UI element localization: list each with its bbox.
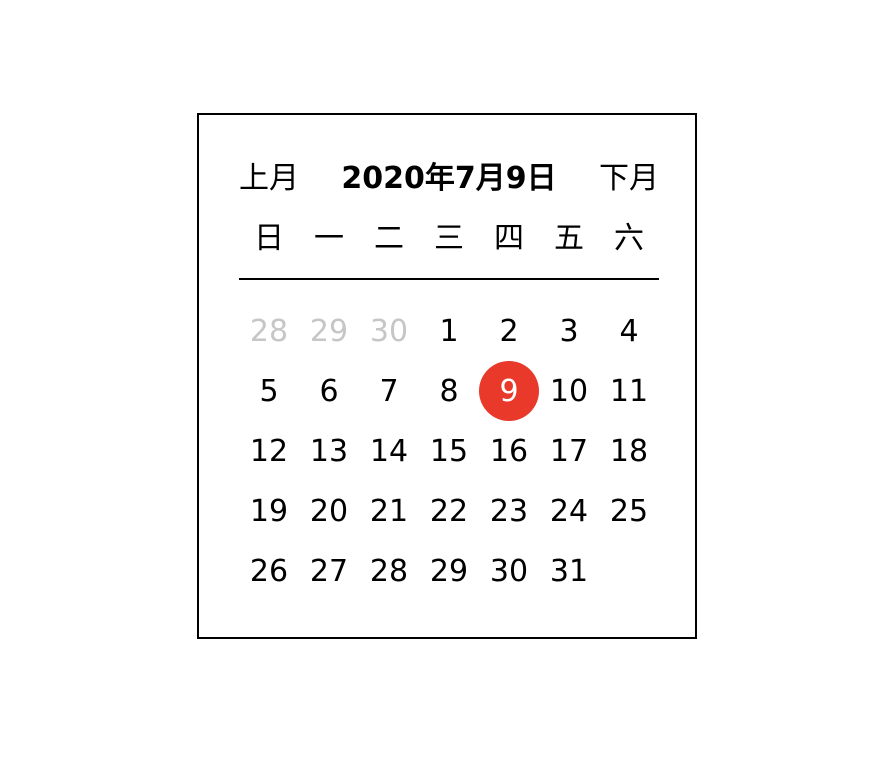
prev-month-button[interactable]: 上月 (239, 159, 299, 199)
day-cell[interactable]: 16 (479, 421, 539, 481)
day-cell[interactable]: 8 (419, 361, 479, 421)
day-number: 30 (369, 313, 409, 349)
day-cell[interactable]: 26 (239, 541, 299, 601)
day-cell[interactable]: 28 (359, 541, 419, 601)
day-cell[interactable]: 22 (419, 481, 479, 541)
day-number: 11 (609, 373, 649, 409)
day-cell[interactable]: 7 (359, 361, 419, 421)
day-number: 4 (619, 313, 639, 349)
day-cell[interactable]: 12 (239, 421, 299, 481)
day-cell-other-month[interactable]: 29 (299, 301, 359, 361)
day-number: 12 (249, 433, 289, 469)
day-cell[interactable]: 20 (299, 481, 359, 541)
weekday-saturday: 六 (614, 221, 644, 256)
day-cell[interactable]: 14 (359, 421, 419, 481)
day-number: 2 (499, 313, 519, 349)
day-cell-selected[interactable]: 9 (479, 361, 539, 421)
day-number: 28 (369, 553, 409, 589)
day-cell[interactable]: 29 (419, 541, 479, 601)
header-divider (239, 278, 659, 280)
day-cell[interactable]: 1 (419, 301, 479, 361)
day-cell[interactable]: 6 (299, 361, 359, 421)
day-number: 10 (549, 373, 589, 409)
weekday-wednesday: 三 (434, 221, 464, 256)
day-number: 26 (249, 553, 289, 589)
day-number: 18 (609, 433, 649, 469)
day-number: 23 (489, 493, 529, 529)
days-grid: 28 29 30 1 2 3 4 5 6 7 8 9 10 11 12 13 14 15 16 17 18 19 20 21 2… (239, 301, 659, 601)
day-number: 31 (549, 553, 589, 589)
day-cell[interactable]: 10 (539, 361, 599, 421)
calendar-header: 2020年7月9日 上月 下月 (239, 159, 659, 199)
day-number: 14 (369, 433, 409, 469)
day-number: 21 (369, 493, 409, 529)
day-cell[interactable]: 23 (479, 481, 539, 541)
day-number: 17 (549, 433, 589, 469)
day-number: 25 (609, 493, 649, 529)
day-number: 28 (249, 313, 289, 349)
day-number: 3 (559, 313, 579, 349)
day-number: 24 (549, 493, 589, 529)
weekday-header-row: 日 一 二 三 四 五 六 (239, 219, 659, 259)
day-cell[interactable]: 5 (239, 361, 299, 421)
day-cell[interactable]: 21 (359, 481, 419, 541)
weekday-thursday: 四 (494, 221, 524, 256)
day-number: 1 (439, 313, 459, 349)
day-cell[interactable]: 25 (599, 481, 659, 541)
day-cell-other-month[interactable]: 30 (359, 301, 419, 361)
day-number: 6 (319, 373, 339, 409)
day-number: 7 (379, 373, 399, 409)
day-cell[interactable]: 31 (539, 541, 599, 601)
day-cell-other-month[interactable]: 28 (239, 301, 299, 361)
weekday-sunday: 日 (254, 221, 284, 256)
weekday-tuesday: 二 (374, 221, 404, 256)
day-number: 29 (309, 313, 349, 349)
day-number: 9 (479, 361, 539, 421)
day-cell[interactable]: 27 (299, 541, 359, 601)
day-cell[interactable]: 11 (599, 361, 659, 421)
day-number: 27 (309, 553, 349, 589)
current-date-title: 2020年7月9日 (341, 161, 557, 196)
day-cell[interactable]: 24 (539, 481, 599, 541)
day-number: 8 (439, 373, 459, 409)
day-cell[interactable]: 18 (599, 421, 659, 481)
day-number: 19 (249, 493, 289, 529)
day-cell[interactable]: 17 (539, 421, 599, 481)
weekday-friday: 五 (554, 221, 584, 256)
day-cell[interactable]: 30 (479, 541, 539, 601)
day-number: 30 (489, 553, 529, 589)
calendar: 2020年7月9日 上月 下月 日 一 二 三 四 五 六 28 29 30 1 2 3 4… (197, 113, 697, 639)
day-number: 13 (309, 433, 349, 469)
day-cell[interactable]: 19 (239, 481, 299, 541)
day-number: 20 (309, 493, 349, 529)
day-cell[interactable]: 2 (479, 301, 539, 361)
day-number: 15 (429, 433, 469, 469)
day-number: 22 (429, 493, 469, 529)
day-number: 29 (429, 553, 469, 589)
day-cell[interactable]: 4 (599, 301, 659, 361)
day-cell[interactable]: 3 (539, 301, 599, 361)
day-cell[interactable]: 13 (299, 421, 359, 481)
weekday-monday: 一 (314, 221, 344, 256)
day-cell[interactable]: 15 (419, 421, 479, 481)
next-month-button[interactable]: 下月 (599, 159, 659, 199)
day-number: 5 (259, 373, 279, 409)
day-number: 16 (489, 433, 529, 469)
